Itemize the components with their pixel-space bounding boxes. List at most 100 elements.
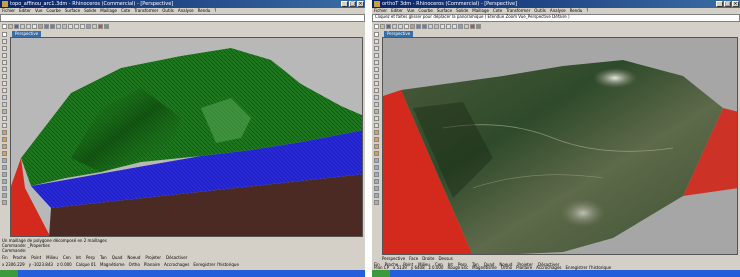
array-icon[interactable] xyxy=(2,193,7,198)
status-snap[interactable]: Magnétisme xyxy=(100,262,125,268)
circle-icon[interactable] xyxy=(2,67,7,72)
pan-icon[interactable] xyxy=(56,24,61,29)
line-icon[interactable] xyxy=(374,46,379,51)
new-file-icon[interactable] xyxy=(374,24,379,29)
redo-icon[interactable] xyxy=(50,24,55,29)
layer-icon[interactable] xyxy=(86,24,91,29)
osnap-mid[interactable]: Milieu xyxy=(46,255,58,261)
text-icon[interactable] xyxy=(374,116,379,121)
line-icon[interactable] xyxy=(2,46,7,51)
osnap-cen[interactable]: Cen xyxy=(63,255,71,261)
dimension-icon[interactable] xyxy=(374,123,379,128)
point-icon[interactable] xyxy=(374,39,379,44)
rectangle-icon[interactable] xyxy=(374,81,379,86)
solid-icon[interactable] xyxy=(374,102,379,107)
status-ortho[interactable]: Ortho xyxy=(129,262,140,268)
copy-object-icon[interactable] xyxy=(2,165,7,170)
copy-object-icon[interactable] xyxy=(374,165,379,170)
scale-icon[interactable] xyxy=(2,179,7,184)
zoom-window-icon[interactable] xyxy=(446,24,451,29)
select-icon[interactable] xyxy=(374,32,379,37)
minimize-icon[interactable]: _ xyxy=(341,1,348,7)
maximize-icon[interactable]: □ xyxy=(349,1,356,7)
text-icon[interactable] xyxy=(2,116,7,121)
osnap-knot[interactable]: Noeud xyxy=(127,255,140,261)
arc-icon[interactable] xyxy=(2,74,7,79)
zoom-icon[interactable] xyxy=(68,24,73,29)
copy-icon[interactable] xyxy=(404,24,409,29)
start-button[interactable] xyxy=(372,270,390,277)
viewport-perspective[interactable] xyxy=(382,37,738,255)
save-icon[interactable] xyxy=(386,24,391,29)
mesh-icon[interactable] xyxy=(374,109,379,114)
zoom-window-icon[interactable] xyxy=(74,24,79,29)
arc-icon[interactable] xyxy=(374,74,379,79)
start-button[interactable] xyxy=(0,270,18,277)
print-icon[interactable] xyxy=(20,24,25,29)
scale-icon[interactable] xyxy=(374,179,379,184)
move-icon[interactable] xyxy=(374,158,379,163)
mirror-icon[interactable] xyxy=(2,186,7,191)
polygon-icon[interactable] xyxy=(2,88,7,93)
osnap-int[interactable]: Int xyxy=(76,255,81,261)
select-icon[interactable] xyxy=(2,32,7,37)
mesh-icon[interactable] xyxy=(2,109,7,114)
render-icon[interactable] xyxy=(470,24,475,29)
print-icon[interactable] xyxy=(392,24,397,29)
surface-icon[interactable] xyxy=(2,95,7,100)
rectangle-icon[interactable] xyxy=(2,81,7,86)
analyze-icon[interactable] xyxy=(2,200,7,205)
cut-icon[interactable] xyxy=(26,24,31,29)
cut-icon[interactable] xyxy=(398,24,403,29)
explode-icon[interactable] xyxy=(374,151,379,156)
copy-icon[interactable] xyxy=(32,24,37,29)
status-osnap[interactable]: Accrochages xyxy=(164,262,189,268)
osnap-disable[interactable]: Désactiver xyxy=(166,255,187,261)
osnap-quad[interactable]: Quad xyxy=(112,255,123,261)
zoom-extents-icon[interactable] xyxy=(80,24,85,29)
title-bar[interactable]: topo_affinou_arc1.3dm - Rhinoceros (Comm… xyxy=(0,0,365,8)
status-planar[interactable]: Planaire xyxy=(144,262,160,268)
osnap-near[interactable]: Proche xyxy=(13,255,27,261)
undo-icon[interactable] xyxy=(416,24,421,29)
shade-icon[interactable] xyxy=(476,24,481,29)
polygon-icon[interactable] xyxy=(374,88,379,93)
open-icon[interactable] xyxy=(8,24,13,29)
array-icon[interactable] xyxy=(374,193,379,198)
polyline-icon[interactable] xyxy=(374,53,379,58)
zoom-icon[interactable] xyxy=(440,24,445,29)
redo-icon[interactable] xyxy=(422,24,427,29)
join-icon[interactable] xyxy=(374,144,379,149)
trim-icon[interactable] xyxy=(374,130,379,135)
move-icon[interactable] xyxy=(2,158,7,163)
zoom-extents-icon[interactable] xyxy=(452,24,457,29)
title-bar[interactable]: orthoT 3dm - Rhinoceros (Commercial) - [… xyxy=(372,0,740,8)
new-file-icon[interactable] xyxy=(2,24,7,29)
render-icon[interactable] xyxy=(98,24,103,29)
surface-icon[interactable] xyxy=(374,95,379,100)
split-icon[interactable] xyxy=(2,137,7,142)
command-prompt[interactable]: Commande: xyxy=(2,248,365,253)
paste-icon[interactable] xyxy=(38,24,43,29)
osnap-perp[interactable]: Perp xyxy=(86,255,95,261)
osnap-project[interactable]: Projeter xyxy=(145,255,161,261)
close-icon[interactable]: × xyxy=(732,1,739,7)
trim-icon[interactable] xyxy=(2,130,7,135)
polyline-icon[interactable] xyxy=(2,53,7,58)
explode-icon[interactable] xyxy=(2,151,7,156)
split-icon[interactable] xyxy=(374,137,379,142)
osnap-end[interactable]: Fin xyxy=(2,255,8,261)
rotate-icon[interactable] xyxy=(374,172,379,177)
solid-icon[interactable] xyxy=(2,102,7,107)
save-icon[interactable] xyxy=(14,24,19,29)
open-icon[interactable] xyxy=(380,24,385,29)
properties-icon[interactable] xyxy=(92,24,97,29)
close-icon[interactable]: × xyxy=(357,1,364,7)
dimension-icon[interactable] xyxy=(2,123,7,128)
analyze-icon[interactable] xyxy=(374,200,379,205)
curve-icon[interactable] xyxy=(374,60,379,65)
rotate-icon[interactable] xyxy=(2,172,7,177)
maximize-icon[interactable]: □ xyxy=(724,1,731,7)
minimize-icon[interactable]: _ xyxy=(716,1,723,7)
join-icon[interactable] xyxy=(2,144,7,149)
